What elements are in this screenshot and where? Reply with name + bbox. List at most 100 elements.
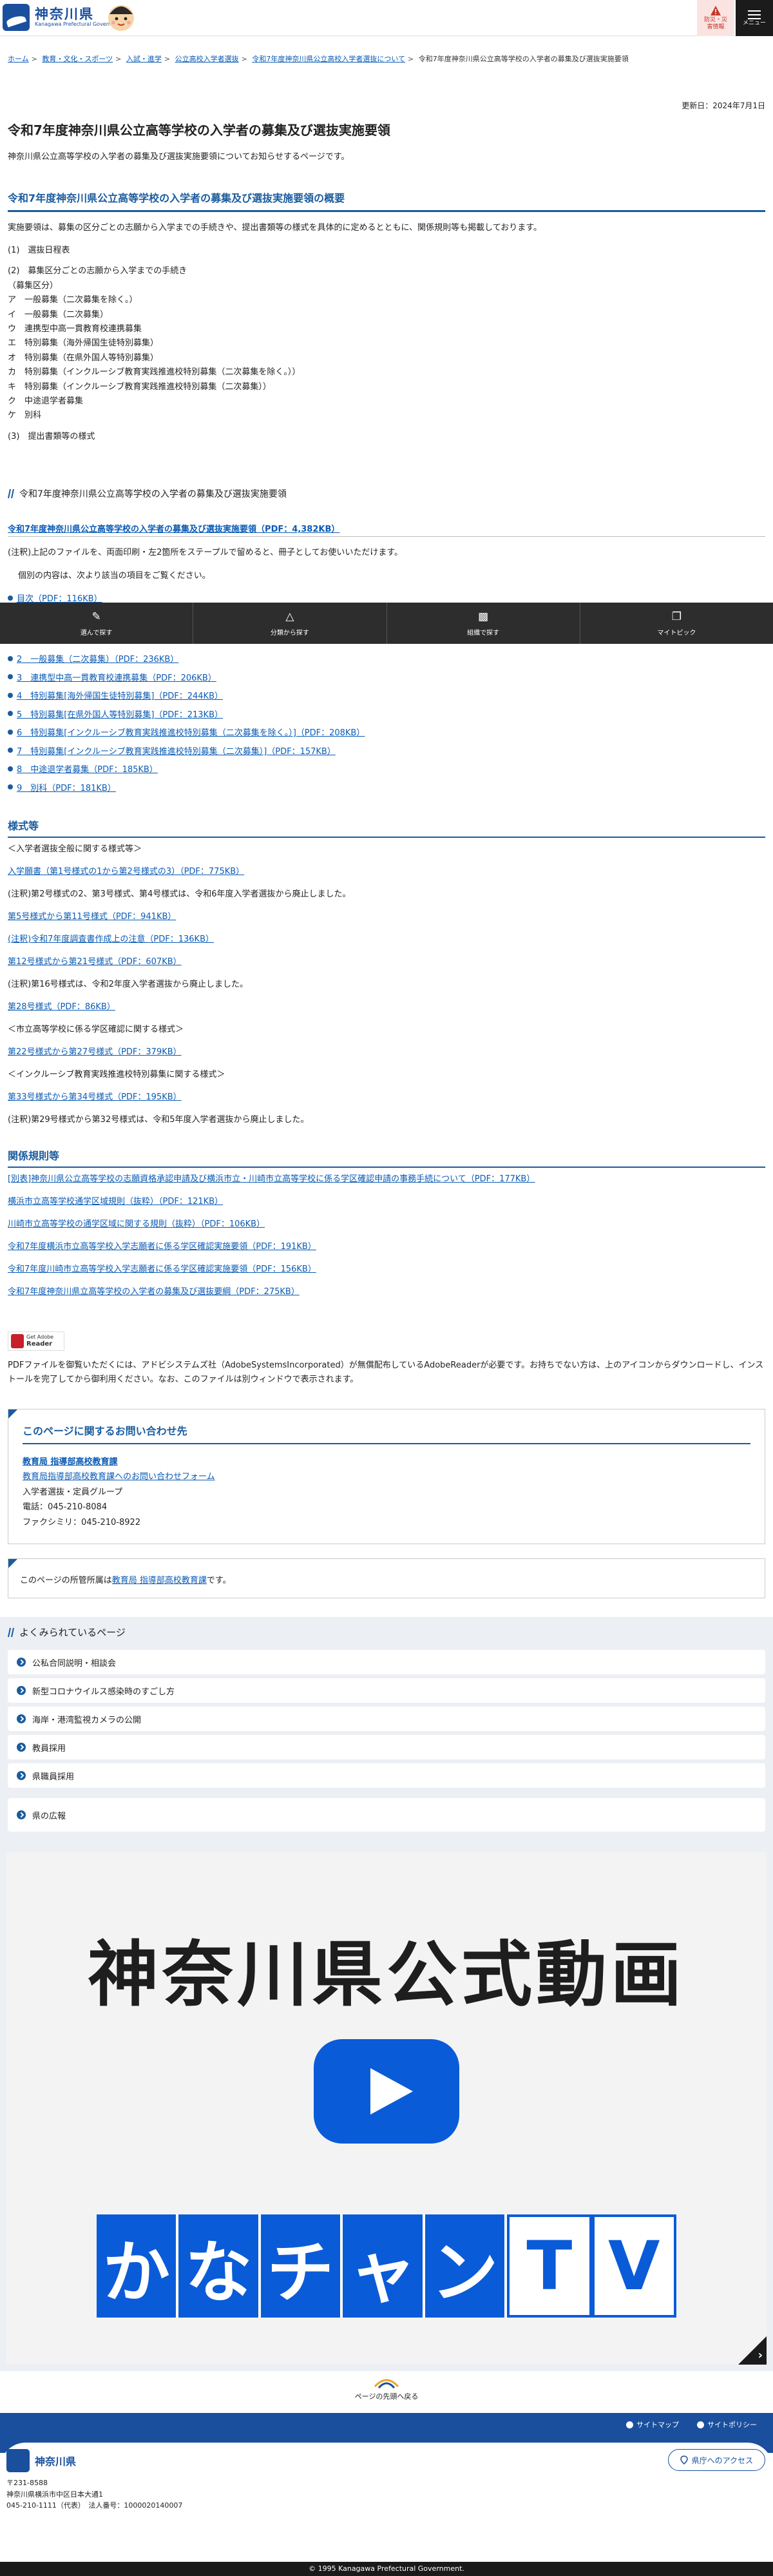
owner-suffix: です。 — [206, 1576, 231, 1585]
contact-org-link[interactable]: 教育局 指導部高校教育課 — [23, 1455, 750, 1469]
frequent-item[interactable]: 海岸・港湾監視カメラの公開 — [8, 1707, 765, 1731]
footer-logo[interactable]: 神奈川県 — [6, 2449, 76, 2472]
pdf-item[interactable]: 6 特別募集[インクルーシブ教育実践推進校特別募集（二次募集を除く。）]（PDF… — [8, 726, 365, 738]
frequent-item[interactable]: 県職員採用 — [8, 1763, 765, 1788]
pdf-item[interactable]: 8 中途退学者募集（PDF：185KB） — [8, 762, 158, 775]
frequent-item[interactable]: 教員採用 — [8, 1735, 765, 1759]
frequent-item-label: 教員採用 — [32, 1743, 66, 1754]
overview-line: ケ 別科 — [8, 411, 42, 421]
main-pdf-link[interactable]: 令和7年度神奈川県公立高等学校の入学者の募集及び選抜実施要領（PDF：4,382… — [8, 522, 339, 534]
form-link[interactable]: 第28号様式（PDF：86KB） — [8, 1001, 115, 1014]
breadcrumb-exams[interactable]: 入試・進学 — [126, 55, 162, 63]
pdf-item-label[interactable]: 2 一般募集（二次募集）（PDF：236KB） — [17, 652, 178, 664]
pdf-item[interactable]: 9 別科（PDF：181KB） — [8, 781, 116, 793]
nav-category[interactable]: △ 分類から探す — [193, 603, 387, 644]
wave-up-icon — [374, 2379, 399, 2389]
banner-title: 神奈川県公式動画 — [88, 1933, 685, 2016]
frequent-item-label: 新型コロナウイルス感染時のすごし方 — [32, 1687, 175, 1697]
access-button[interactable]: 県庁へのアクセス — [667, 2449, 765, 2471]
frequent-item[interactable]: 公私合同説明・相談会 — [8, 1650, 765, 1674]
overview-heading: 令和7年度神奈川県公立高等学校の入学者の募集及び選抜実施要領の概要 — [8, 189, 765, 212]
hamburger-icon — [748, 10, 761, 19]
pdf-item[interactable]: 5 特別募集[在県外国人等特別募集]（PDF：213KB） — [8, 708, 223, 720]
contact-form-link[interactable]: 教育局指導部高校教育課へのお問い合わせフォーム — [23, 1469, 750, 1484]
form-note: ＜インクルーシブ教育実践推進校特別募集に関する様式＞ — [8, 1070, 225, 1080]
form-link[interactable]: 入学願書（第1号様式の1から第2号様式の3）（PDF：775KB） — [8, 866, 244, 878]
sticky-nav: ✎ 選んで探す △ 分類から探す ▩ 組織で探す ❐ マイトピック — [0, 603, 773, 644]
form-link[interactable]: 第33号様式から第34号様式（PDF：195KB） — [8, 1091, 182, 1104]
pdf-item-label[interactable]: 4 特別募集[海外帰国生徒特別募集]（PDF：244KB） — [17, 689, 223, 701]
divider — [8, 536, 765, 537]
form-note: (注釈)第29号様式から第32号様式は、令和5年度入学者選抜から廃止しました。 — [8, 1115, 309, 1125]
copyright: © 1995 Kanagawa Prefectural Government. — [0, 2562, 773, 2576]
back-to-top-label: ページの先頭へ戻る — [354, 2392, 419, 2401]
frequent-item[interactable]: 新型コロナウイルス感染時のすごし方 — [8, 1678, 765, 1703]
bullet-icon — [8, 692, 13, 698]
pdf-item-label[interactable]: 6 特別募集[インクルーシブ教育実践推進校特別募集（二次募集を除く。）]（PDF… — [17, 726, 365, 738]
policy-link[interactable]: サイトポリシー — [697, 2419, 757, 2430]
breadcrumb-public-hs[interactable]: 公立高校入学者選抜 — [175, 55, 239, 63]
kanachan-tv-banner[interactable]: 神奈川県公式動画 かなチャンTV › — [6, 1852, 767, 2365]
breadcrumb-home[interactable]: ホーム — [8, 55, 29, 63]
pdf-item[interactable]: 7 特別募集[インクルーシブ教育実践推進校特別募集（二次募集）]（PDF：157… — [8, 744, 336, 757]
pdf-item[interactable]: 3 連携型中高一貫教育校連携募集（PDF：206KB） — [8, 671, 216, 683]
frequent-item-label: 海岸・港湾監視カメラの公開 — [32, 1715, 142, 1725]
rule-link[interactable]: [別表]神奈川県公立高等学校の志願資格承認申請及び横浜市立・川崎市立高等学校に係… — [8, 1173, 535, 1186]
rule-link[interactable]: 令和7年度川崎市立高等学校入学志願者に係る学区確認実施要領（PDF：156KB） — [8, 1263, 316, 1276]
pdf-item-label[interactable]: 7 特別募集[インクルーシブ教育実践推進校特別募集（二次募集）]（PDF：157… — [17, 744, 336, 757]
footer-address: 〒231-8588 神奈川県横浜市中区日本大通1 045-210-1111（代表） … — [6, 2479, 183, 2510]
rule-link[interactable]: 令和7年度横浜市立高等学校入学志願者に係る学区確認実施要領（PDF：191KB） — [8, 1241, 316, 1254]
rule-link[interactable]: 横浜市立高等学校通学区域規則（抜粋）（PDF：121KB） — [8, 1196, 223, 1208]
menu-button[interactable]: メニュー — [736, 0, 773, 36]
breadcrumb-current: 令和7年度神奈川県公立高等学校の入学者の募集及び選抜実施要領 — [418, 55, 629, 63]
bullet-icon — [8, 748, 13, 753]
nav-mytopic[interactable]: ❐ マイトピック — [580, 603, 773, 644]
frequent-item-kouhou[interactable]: 県の広報 — [8, 1798, 765, 1832]
sitemap-link[interactable]: サイトマップ — [626, 2419, 679, 2430]
kanagawa-logo-icon — [3, 4, 30, 31]
overview-line: カ 特別募集（インクルーシブ教育実践推進校特別募集（二次募集を除く。）） — [8, 367, 301, 378]
disaster-info-button[interactable]: 防災・災 害情報 — [697, 0, 734, 36]
chevron-circle-icon — [17, 1714, 26, 1723]
contact-group: 入学者選抜・定員グループ — [23, 1487, 123, 1497]
pdf-item-label[interactable]: 3 連携型中高一貫教育校連携募集（PDF：206KB） — [17, 671, 216, 683]
site-header: 神奈川県 Kanagawa Prefectural Government 防災・… — [0, 0, 773, 36]
arrow-right-icon: › — [758, 2348, 763, 2362]
adobe-reader-badge[interactable]: Get Adobe Reader — [8, 1332, 64, 1351]
back-to-top-button[interactable]: ページの先頭へ戻る — [354, 2375, 419, 2401]
bullet-icon — [8, 674, 13, 679]
overview-line: (2) 募集区分ごとの志願から入学までの手続き — [8, 266, 187, 276]
pdf-item[interactable]: 4 特別募集[海外帰国生徒特別募集]（PDF：244KB） — [8, 689, 223, 701]
contact-fax: ファクシミリ：045-210-8922 — [23, 1517, 141, 1527]
pdf-item-label[interactable]: 5 特別募集[在県外国人等特別募集]（PDF：213KB） — [17, 708, 223, 720]
contact-box: このページに関するお問い合わせ先 教育局 指導部高校教育課 教育局指導部高校教育… — [8, 1409, 765, 1544]
frequent-heading: よくみられているページ — [8, 1625, 126, 1639]
breadcrumb: ホーム > 教育・文化・スポーツ > 入試・進学 > 公立高校入学者選抜 > 令和7年度… — [8, 55, 629, 63]
tree-icon: △ — [285, 610, 294, 623]
page-title: 令和7年度神奈川県公立高等学校の入学者の募集及び選抜実施要領 — [8, 122, 390, 138]
overview-intro: 実施要領は、募集の区分ごとの志願から入学までの手続きや、提出書類等の様式を具体的… — [8, 223, 542, 233]
sub-heading-text: 令和7年度神奈川県公立高等学校の入学者の募集及び選抜実施要領 — [19, 489, 287, 499]
breadcrumb-education[interactable]: 教育・文化・スポーツ — [42, 55, 113, 63]
form-link[interactable]: 第5号様式から第11号様式（PDF：941KB） — [8, 911, 176, 924]
form-note: ＜入学者選抜全般に関する様式等＞ — [8, 844, 142, 854]
checklist-icon: ✎ — [91, 610, 101, 623]
nav-organization[interactable]: ▩ 組織で探す — [387, 603, 580, 644]
rule-link[interactable]: 川崎市立高等学校の通学区域に関する規則（抜粋）（PDF：106KB） — [8, 1218, 265, 1231]
pdf-item-label[interactable]: 9 別科（PDF：181KB） — [17, 781, 116, 793]
breadcrumb-r7[interactable]: 令和7年度神奈川県公立高校入学者選抜について — [252, 55, 405, 63]
overview-line: (3) 提出書類等の様式 — [8, 431, 95, 441]
form-link[interactable]: 第12号様式から第21号様式（PDF：607KB） — [8, 956, 182, 969]
rule-link[interactable]: 令和7年度神奈川県立高等学校の入学者の募集及び選抜要綱（PDF：275KB） — [8, 1286, 300, 1299]
chevron-circle-icon — [17, 1686, 26, 1695]
form-link[interactable]: 第22号様式から第27号様式（PDF：379KB） — [8, 1046, 182, 1059]
bullet-icon — [8, 729, 13, 735]
pdf-item-label[interactable]: 8 中途退学者募集（PDF：185KB） — [17, 762, 158, 775]
nav-choose[interactable]: ✎ 選んで探す — [0, 603, 194, 644]
pdf-item[interactable]: 2 一般募集（二次募集）（PDF：236KB） — [8, 652, 178, 664]
overview-line: エ 特別募集（海外帰国生徒特別募集） — [8, 338, 159, 349]
owner-link[interactable]: 教育局 指導部高校教育課 — [112, 1576, 207, 1585]
form-link[interactable]: (注釈)令和7年度調査書作成上の注意（PDF：136KB） — [8, 933, 214, 946]
select-note: 個別の内容は、次より該当の項目をご覧ください。 — [18, 571, 211, 581]
adobe-badge-bottom: Reader — [26, 1340, 53, 1348]
